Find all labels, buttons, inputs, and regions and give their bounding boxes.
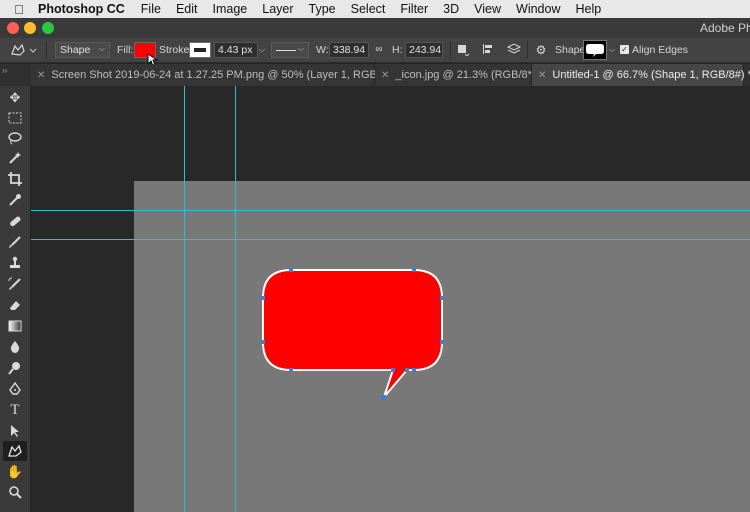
collapse-panels-icon[interactable]: ›› [2, 66, 7, 75]
align-edges-checkbox[interactable]: ✓ [620, 45, 629, 54]
anchor-point[interactable] [261, 340, 265, 344]
marquee-tool-icon[interactable] [3, 108, 27, 128]
fill-label: Fill: [117, 44, 134, 56]
stroke-width-chevron-icon[interactable]: ⌵ [259, 45, 265, 55]
close-tab-icon[interactable]: ✕ [37, 70, 45, 81]
tab-untitled-1[interactable]: ✕ Untitled-1 @ 66.7% (Shape 1, RGB/8#) * [532, 64, 750, 86]
menu-3d[interactable]: 3D [443, 2, 459, 16]
menu-window[interactable]: Window [516, 2, 560, 16]
tools-panel: ✥ T ✋ [0, 86, 31, 512]
anchor-point[interactable] [289, 368, 293, 372]
path-arrangement-icon[interactable] [506, 42, 522, 60]
type-tool-icon[interactable]: T [3, 400, 27, 420]
tool-preset-picker[interactable] [8, 42, 38, 62]
anchor-point[interactable] [412, 268, 416, 272]
stroke-preview-icon [194, 48, 206, 52]
options-separator [450, 41, 451, 59]
history-brush-tool-icon[interactable] [3, 274, 27, 294]
menu-bar:  Photoshop CC File Edit Image Layer Typ… [0, 0, 750, 18]
anchor-point[interactable] [289, 268, 293, 272]
dodge-tool-icon[interactable] [3, 358, 27, 378]
path-operations-icon[interactable] [455, 42, 471, 60]
menu-view[interactable]: View [474, 2, 501, 16]
title-bar: Adobe Pho [0, 18, 750, 38]
stroke-width-field[interactable]: 4.43 px [214, 42, 258, 58]
anchor-point[interactable] [391, 368, 395, 372]
lasso-tool-icon[interactable] [3, 128, 27, 148]
width-field[interactable]: 338.94 [329, 42, 369, 58]
tool-mode-value: Shape [60, 44, 91, 56]
tab-screen-shot[interactable]: ✕ Screen Shot 2019-06-24 at 1.27.25 PM.pn… [31, 64, 401, 86]
move-tool-icon[interactable]: ✥ [3, 88, 27, 108]
speech-bubble-shape[interactable] [262, 269, 443, 398]
tab-label: Screen Shot 2019-06-24 at 1.27.25 PM.png… [51, 69, 402, 81]
anchor-point[interactable] [412, 368, 416, 372]
crop-tool-icon[interactable] [3, 169, 27, 189]
options-separator [46, 41, 47, 59]
menu-edit[interactable]: Edit [176, 2, 198, 16]
hand-tool-icon[interactable]: ✋ [3, 462, 27, 482]
menu-select[interactable]: Select [351, 2, 386, 16]
menu-layer[interactable]: Layer [262, 2, 293, 16]
tab-label: _icon.jpg @ 21.3% (RGB/8*) * [395, 69, 543, 81]
menu-app-name[interactable]: Photoshop CC [38, 2, 125, 16]
path-selection-tool-icon[interactable] [3, 421, 27, 441]
anchor-point[interactable] [440, 296, 444, 300]
healing-brush-tool-icon[interactable] [3, 211, 27, 231]
stroke-type-dropdown[interactable]: ⌵ [271, 42, 309, 58]
brush-tool-icon[interactable] [3, 232, 27, 252]
custom-shape-tool-icon [11, 43, 37, 56]
height-field[interactable]: 243.94 p [405, 42, 443, 58]
menu-type[interactable]: Type [309, 2, 336, 16]
clone-stamp-tool-icon[interactable] [3, 253, 27, 273]
chevron-down-icon: ⌵ [98, 44, 105, 53]
document-workspace[interactable] [31, 86, 750, 512]
shape-picker-chevron-icon[interactable]: ⌵ [609, 45, 615, 55]
shape-picker[interactable] [583, 40, 607, 60]
menu-image[interactable]: Image [213, 2, 248, 16]
anchor-point[interactable] [381, 395, 386, 400]
close-window-button[interactable] [7, 22, 19, 34]
tab-label: Untitled-1 @ 66.7% (Shape 1, RGB/8#) * [552, 69, 750, 81]
gradient-tool-icon[interactable] [3, 316, 27, 336]
minimize-window-button[interactable] [24, 22, 36, 34]
menu-help[interactable]: Help [576, 2, 602, 16]
anchor-point[interactable] [440, 340, 444, 344]
anchor-point[interactable] [405, 368, 409, 372]
eyedropper-tool-icon[interactable] [3, 190, 27, 210]
options-separator [527, 41, 528, 59]
stroke-color-swatch[interactable] [189, 42, 211, 58]
custom-shape-tool-icon[interactable] [3, 441, 27, 461]
document-tabs: ›› ✕ Screen Shot 2019-06-24 at 1.27.25 PM… [0, 64, 750, 86]
zoom-window-button[interactable] [42, 22, 54, 34]
tab-icon-jpg[interactable]: ✕ _icon.jpg @ 21.3% (RGB/8*) * [375, 64, 543, 86]
magic-wand-tool-icon[interactable] [3, 148, 27, 168]
options-bar: Shape ⌵ Fill: Stroke: 4.43 px ⌵ ⌵ W: 338… [0, 38, 750, 67]
blur-tool-icon[interactable] [3, 337, 27, 357]
window-title: Adobe Pho [700, 21, 750, 35]
menu-filter[interactable]: Filter [400, 2, 428, 16]
link-icon[interactable]: ∞ [372, 42, 386, 58]
chevron-down-icon: ⌵ [297, 44, 304, 53]
gear-icon[interactable]: ⚙ [533, 42, 549, 58]
eraser-tool-icon[interactable] [3, 295, 27, 315]
speech-bubble-shape-layer[interactable] [31, 86, 750, 512]
width-label: W: [316, 44, 329, 56]
apple-menu-icon[interactable]:  [0, 2, 38, 17]
tool-mode-dropdown[interactable]: Shape ⌵ [55, 42, 110, 58]
align-edges-label: Align Edges [632, 44, 689, 56]
speech-bubble-icon [586, 44, 604, 57]
pen-tool-icon[interactable] [3, 379, 27, 399]
stroke-line-icon [276, 49, 296, 51]
path-alignment-icon[interactable] [480, 42, 496, 60]
menu-file[interactable]: File [141, 2, 161, 16]
height-label: H: [392, 44, 403, 56]
close-tab-icon[interactable]: ✕ [381, 70, 389, 81]
close-tab-icon[interactable]: ✕ [538, 70, 546, 81]
zoom-tool-icon[interactable] [3, 482, 27, 502]
stroke-label: Stroke: [159, 44, 193, 56]
anchor-point[interactable] [261, 296, 265, 300]
